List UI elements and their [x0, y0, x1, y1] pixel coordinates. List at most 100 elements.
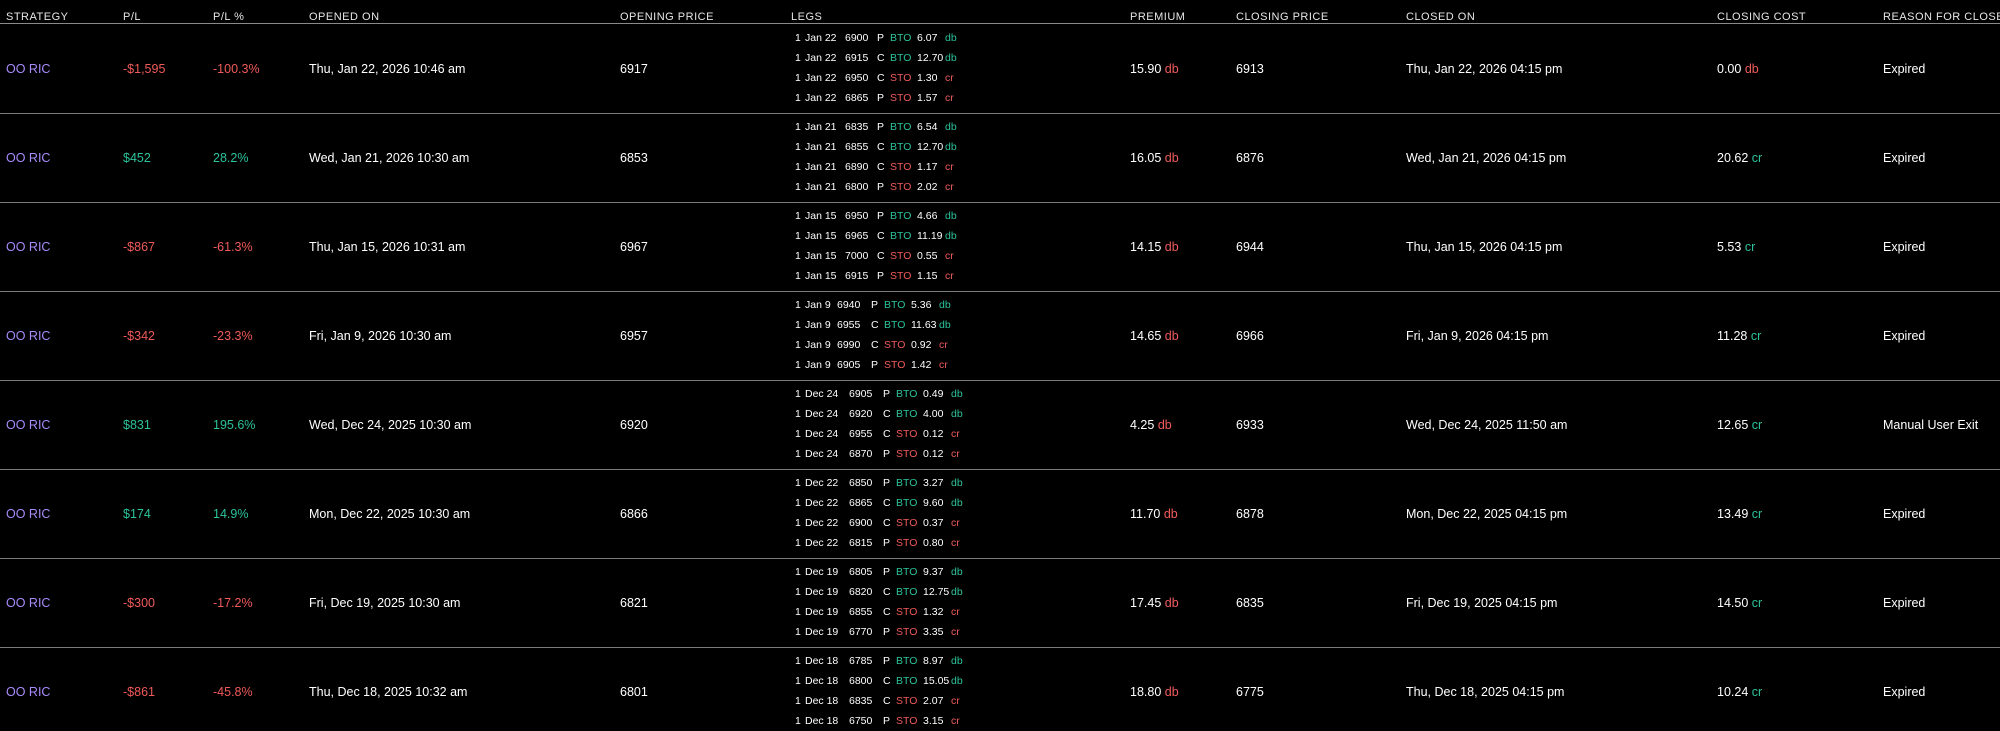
leg-row: 1 Dec 19 6770 P STO 3.35 cr [795, 622, 1095, 642]
leg-row: 1 Dec 22 6865 C BTO 9.60 db [795, 493, 1095, 513]
leg-qty: 1 [795, 408, 801, 420]
header-closing-cost[interactable]: CLOSING COST [1717, 11, 1806, 23]
table-row[interactable]: OO RIC -$1,595 -100.3% Thu, Jan 22, 2026… [0, 25, 2000, 114]
leg-price: 3.35 [923, 626, 944, 638]
leg-date: Dec 19 [805, 586, 839, 598]
leg-strike: 6805 [849, 566, 873, 578]
leg-strike: 6900 [845, 32, 869, 44]
premium-value: 14.15 [1130, 240, 1162, 254]
header-closing-price[interactable]: CLOSING PRICE [1236, 11, 1329, 23]
leg-qty: 1 [795, 606, 801, 618]
leg-date: Dec 18 [805, 695, 839, 707]
leg-date: Dec 24 [805, 388, 839, 400]
leg-strike: 6800 [845, 181, 869, 193]
leg-action: STO [890, 161, 912, 173]
reason-value: Expired [1883, 596, 1926, 610]
strategy-link[interactable]: OO RIC [6, 25, 50, 113]
header-pl-pct[interactable]: P/L % [213, 11, 244, 23]
leg-action: BTO [890, 121, 912, 133]
table-row[interactable]: OO RIC -$867 -61.3% Thu, Jan 15, 2026 10… [0, 203, 2000, 292]
table-row[interactable]: OO RIC $452 28.2% Wed, Jan 21, 2026 10:3… [0, 114, 2000, 203]
leg-action: BTO [884, 319, 906, 331]
leg-date: Jan 22 [805, 92, 837, 104]
leg-price: 1.57 [917, 92, 938, 104]
leg-suffix: cr [951, 428, 960, 440]
leg-row: 1 Dec 19 6855 C STO 1.32 cr [795, 602, 1095, 622]
leg-strike: 6820 [849, 586, 873, 598]
leg-qty: 1 [795, 141, 801, 153]
leg-row: 1 Jan 22 6915 C BTO 12.70 db [795, 48, 1095, 68]
premium-cell: 16.05 db [1130, 114, 1179, 202]
strategy-link[interactable]: OO RIC [6, 381, 50, 469]
premium-suffix: db [1157, 418, 1172, 432]
leg-type: P [883, 388, 891, 400]
leg-type: C [877, 230, 885, 242]
opening-price-value: 6917 [620, 62, 648, 76]
strategy-link[interactable]: OO RIC [6, 114, 50, 202]
leg-date: Jan 22 [805, 52, 837, 64]
leg-strike: 6905 [849, 388, 873, 400]
leg-price: 12.70 [917, 141, 944, 153]
header-legs[interactable]: LEGS [791, 11, 822, 23]
leg-row: 1 Dec 19 6820 C BTO 12.75 db [795, 582, 1095, 602]
pl-pct-value: -23.3% [213, 329, 253, 343]
leg-suffix: cr [945, 72, 954, 84]
leg-action: BTO [896, 675, 918, 687]
leg-price: 2.02 [917, 181, 938, 193]
header-strategy[interactable]: STRATEGY [6, 11, 68, 23]
premium-cell: 14.65 db [1130, 292, 1179, 380]
leg-price: 15.05 [923, 675, 950, 687]
leg-qty: 1 [795, 428, 801, 440]
table-row[interactable]: OO RIC $174 14.9% Mon, Dec 22, 2025 10:3… [0, 470, 2000, 559]
premium-cell: 15.90 db [1130, 25, 1179, 113]
header-reason[interactable]: REASON FOR CLOSE [1883, 11, 2000, 23]
leg-type: P [883, 448, 891, 460]
leg-strike: 6950 [845, 210, 869, 222]
table-row[interactable]: OO RIC -$861 -45.8% Thu, Dec 18, 2025 10… [0, 648, 2000, 731]
pl-pct-value: 14.9% [213, 507, 249, 521]
leg-row: 1 Dec 18 6835 C STO 2.07 cr [795, 691, 1095, 711]
strategy-link[interactable]: OO RIC [6, 559, 50, 647]
leg-price: 1.15 [917, 270, 938, 282]
leg-row: 1 Dec 18 6800 C BTO 15.05 db [795, 671, 1095, 691]
header-opened-on[interactable]: OPENED ON [309, 11, 380, 23]
pl-value: -$300 [123, 596, 155, 610]
leg-row: 1 Jan 21 6890 C STO 1.17 cr [795, 157, 1095, 177]
table-row[interactable]: OO RIC $831 195.6% Wed, Dec 24, 2025 10:… [0, 381, 2000, 470]
leg-qty: 1 [795, 359, 801, 371]
leg-strike: 7000 [845, 250, 869, 262]
leg-suffix: cr [945, 92, 954, 104]
leg-action: STO [884, 359, 906, 371]
strategy-link[interactable]: OO RIC [6, 470, 50, 558]
leg-type: P [871, 299, 879, 311]
header-closed-on[interactable]: CLOSED ON [1406, 11, 1475, 23]
premium-value: 14.65 [1130, 329, 1162, 343]
leg-action: BTO [890, 210, 912, 222]
closed-on-value: Wed, Dec 24, 2025 11:50 am [1406, 418, 1568, 432]
leg-qty: 1 [795, 566, 801, 578]
leg-action: BTO [896, 477, 918, 489]
pl-value: $452 [123, 151, 151, 165]
leg-action: BTO [896, 586, 918, 598]
header-opening-price[interactable]: OPENING PRICE [620, 11, 714, 23]
leg-action: BTO [890, 141, 912, 153]
leg-row: 1 Dec 18 6750 P STO 3.15 cr [795, 711, 1095, 731]
leg-row: 1 Jan 22 6865 P STO 1.57 cr [795, 88, 1095, 108]
closing-price-value: 6835 [1236, 596, 1264, 610]
leg-date: Dec 22 [805, 477, 839, 489]
reason-value: Expired [1883, 240, 1926, 254]
leg-type: P [883, 566, 891, 578]
leg-qty: 1 [795, 339, 801, 351]
header-premium[interactable]: PREMIUM [1130, 11, 1185, 23]
strategy-link[interactable]: OO RIC [6, 292, 50, 380]
leg-row: 1 Dec 22 6850 P BTO 3.27 db [795, 473, 1095, 493]
header-pl[interactable]: P/L [123, 11, 141, 23]
leg-strike: 6855 [845, 141, 869, 153]
leg-suffix: db [945, 210, 957, 222]
leg-type: P [877, 32, 885, 44]
strategy-link[interactable]: OO RIC [6, 203, 50, 291]
table-row[interactable]: OO RIC -$342 -23.3% Fri, Jan 9, 2026 10:… [0, 292, 2000, 381]
strategy-link[interactable]: OO RIC [6, 648, 50, 731]
table-row[interactable]: OO RIC -$300 -17.2% Fri, Dec 19, 2025 10… [0, 559, 2000, 648]
closing-cost-value: 5.53 [1717, 240, 1742, 254]
